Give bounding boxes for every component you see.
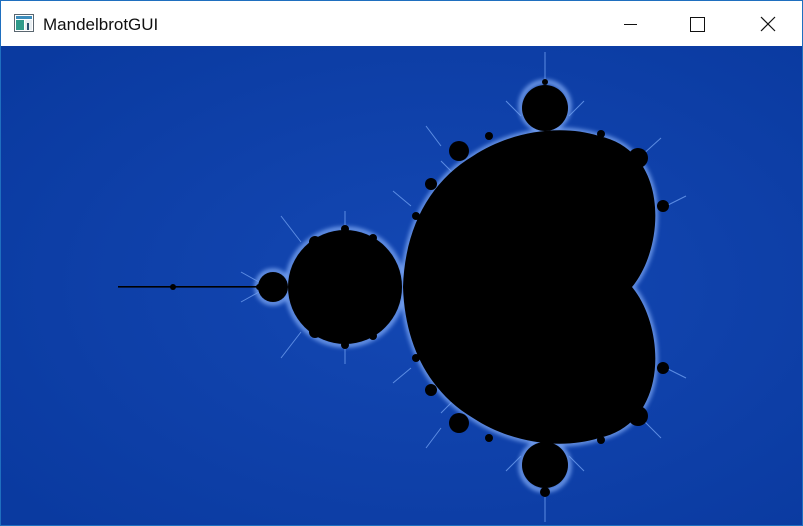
period-2-bulb [288,230,402,344]
close-button[interactable] [744,1,790,46]
bottom-bulb [522,442,568,488]
title-bar[interactable]: MandelbrotGUI [1,1,802,46]
window-title: MandelbrotGUI [43,15,159,34]
mandelbrot-window: MandelbrotGUI [0,0,803,526]
maximize-icon [690,17,705,32]
app-window-icon[interactable] [14,14,34,32]
fractal-canvas[interactable] [1,46,802,525]
mandelbrot-image [1,46,802,525]
minimize-button[interactable] [607,1,653,46]
maximize-button[interactable] [674,1,720,46]
period-4-bulb [258,272,288,302]
top-bulb [522,85,568,131]
minimize-icon [624,24,637,25]
close-icon [760,16,776,32]
